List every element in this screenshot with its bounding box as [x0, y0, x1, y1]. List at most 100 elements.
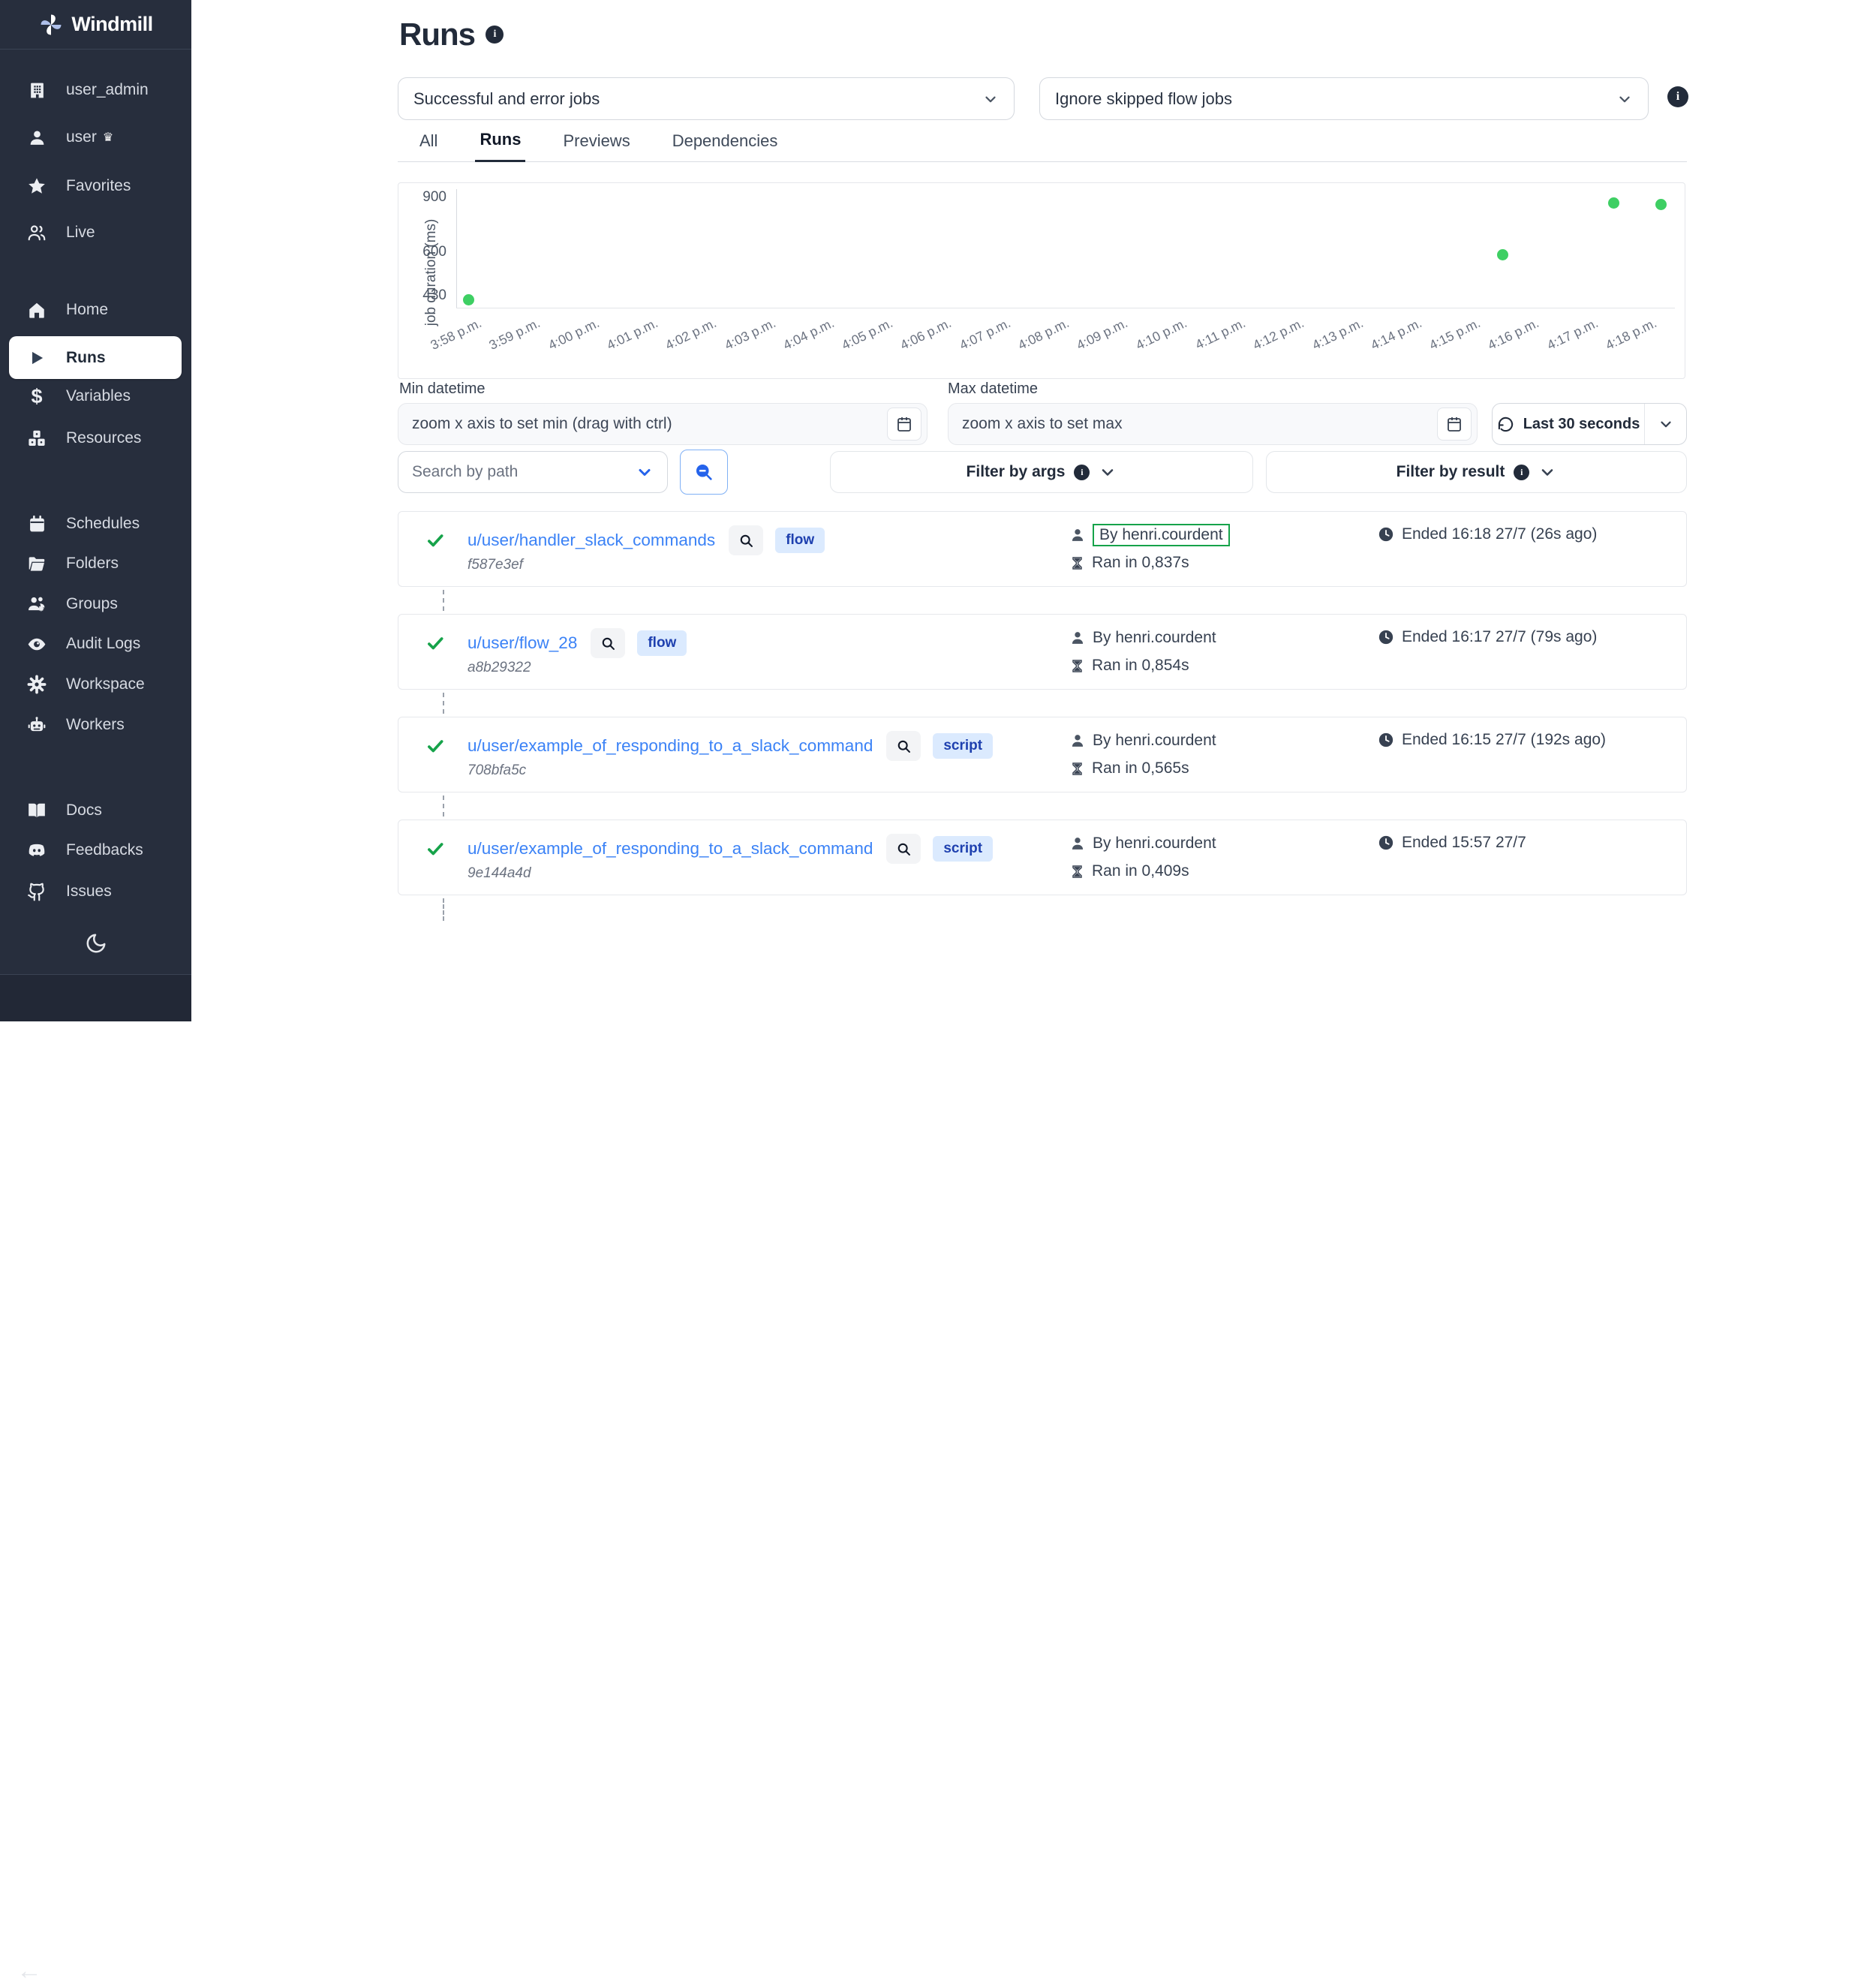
chart-y-axis-label: job duration (ms) — [423, 197, 440, 347]
windmill-logo[interactable]: Windmill — [0, 0, 191, 50]
run-by[interactable]: By henri.courdent — [1093, 629, 1216, 647]
page-title-text: Runs — [399, 17, 475, 53]
chart-data-point[interactable] — [1608, 197, 1619, 209]
chart-x-tick: 4:18 p.m. — [1603, 315, 1659, 353]
sidebar-item-folders[interactable]: Folders — [0, 543, 191, 584]
run-path-link[interactable]: u/user/example_of_responding_to_a_slack_… — [467, 839, 873, 859]
search-by-path-placeholder: Search by path — [412, 463, 518, 481]
search-run-button[interactable] — [886, 834, 921, 864]
boxes-icon — [27, 429, 47, 448]
zoom-out-search-button[interactable] — [680, 450, 728, 495]
sidebar-item-variables[interactable]: $ Variables — [0, 376, 191, 417]
filter-by-result-button[interactable]: Filter by result i — [1266, 451, 1687, 493]
hourglass-icon — [1070, 865, 1084, 879]
discord-icon — [27, 841, 47, 860]
sidebar-item-workers[interactable]: Workers — [0, 705, 191, 745]
info-icon[interactable]: i — [486, 26, 504, 44]
sidebar-item-groups[interactable]: Groups — [0, 584, 191, 624]
tab-previews[interactable]: Previews — [558, 131, 634, 161]
chart-x-tick: 4:08 p.m. — [1015, 315, 1072, 353]
search-run-button[interactable] — [729, 525, 763, 555]
run-row[interactable]: u/user/handler_slack_commands flow f587e… — [398, 511, 1687, 587]
run-by[interactable]: By henri.courdent — [1093, 835, 1216, 853]
sidebar-item-favorites[interactable]: Favorites — [0, 166, 191, 206]
user-group-icon — [27, 594, 47, 614]
sidebar-item-label: user_admin — [66, 81, 149, 99]
run-duration: Ran in 0,409s — [1092, 862, 1189, 880]
sidebar-item-home[interactable]: Home — [0, 290, 191, 330]
sidebar-item-user[interactable]: user ♛ — [0, 117, 191, 158]
sidebar-item-live[interactable]: Live — [0, 212, 191, 253]
min-datetime-input[interactable]: zoom x axis to set min (drag with ctrl) — [398, 403, 927, 445]
tabs: All Runs Previews Dependencies — [398, 128, 1687, 162]
search-run-button[interactable] — [886, 731, 921, 761]
chart-x-tick: 4:10 p.m. — [1133, 315, 1189, 353]
run-row[interactable]: u/user/example_of_responding_to_a_slack_… — [398, 717, 1687, 792]
run-path-link[interactable]: u/user/example_of_responding_to_a_slack_… — [467, 736, 873, 756]
sidebar-item-label: Groups — [66, 595, 118, 613]
sidebar-item-docs[interactable]: Docs — [0, 790, 191, 831]
sidebar-item-runs[interactable]: Runs — [9, 336, 182, 379]
run-by[interactable]: By henri.courdent — [1093, 732, 1216, 750]
hourglass-icon — [1070, 762, 1084, 776]
zoom-out-icon — [693, 462, 714, 483]
person-icon — [1070, 836, 1085, 851]
run-path-link[interactable]: u/user/flow_28 — [467, 633, 577, 653]
status-filter-value: Successful and error jobs — [413, 89, 600, 109]
min-datetime-label: Min datetime — [399, 380, 486, 398]
chart-y-tick: 600 — [412, 244, 446, 260]
time-range-button[interactable]: Last 30 seconds — [1492, 403, 1687, 445]
info-icon[interactable]: i — [1667, 86, 1688, 107]
run-duration: Ran in 0,837s — [1092, 554, 1189, 572]
job-duration-chart[interactable]: job duration (ms) 9006004303:58 p.m.3:59… — [398, 182, 1685, 379]
sidebar-item-label: Variables — [66, 387, 131, 405]
filter-by-args-button[interactable]: Filter by args i — [830, 451, 1253, 493]
max-datetime-input[interactable]: zoom x axis to set max — [948, 403, 1478, 445]
time-range-chevron[interactable] — [1644, 404, 1686, 444]
page-title: Runs i — [399, 17, 504, 53]
chart-x-tick: 4:07 p.m. — [957, 315, 1013, 353]
chart-data-point[interactable] — [463, 294, 474, 305]
skip-filter-select[interactable]: Ignore skipped flow jobs — [1039, 77, 1649, 120]
chart-x-tick: 4:16 p.m. — [1486, 315, 1542, 353]
refresh-icon — [1497, 416, 1514, 433]
chart-x-tick: 4:05 p.m. — [840, 315, 896, 353]
chart-x-tick: 4:15 p.m. — [1427, 315, 1484, 353]
gear-icon — [27, 675, 47, 694]
run-ended: Ended 16:15 27/7 (192s ago) — [1402, 731, 1606, 749]
sidebar-item-issues[interactable]: Issues — [0, 871, 191, 912]
sidebar-item-resources[interactable]: Resources — [0, 418, 191, 459]
calendar-icon — [27, 514, 47, 534]
tab-dependencies[interactable]: Dependencies — [668, 131, 783, 161]
tab-all[interactable]: All — [415, 131, 442, 161]
run-row[interactable]: u/user/flow_28 flow a8b29322 By henri.co… — [398, 614, 1687, 690]
hourglass-icon — [1070, 556, 1084, 570]
calendar-button[interactable] — [887, 408, 921, 441]
search-by-path-select[interactable]: Search by path — [398, 451, 668, 493]
run-by[interactable]: By henri.courdent — [1093, 524, 1230, 546]
run-ended: Ended 15:57 27/7 — [1402, 834, 1526, 852]
chart-x-tick: 4:06 p.m. — [898, 315, 955, 353]
calendar-icon — [895, 415, 913, 433]
success-check-icon — [425, 736, 445, 756]
chart-x-tick: 4:02 p.m. — [663, 315, 720, 353]
tab-runs[interactable]: Runs — [475, 130, 525, 162]
info-icon: i — [1074, 465, 1090, 480]
collapse-sidebar-button[interactable]: ← — [17, 1958, 42, 1983]
status-filter-select[interactable]: Successful and error jobs — [398, 77, 1015, 120]
theme-toggle-button[interactable] — [82, 929, 110, 958]
hourglass-icon — [1070, 659, 1084, 673]
chart-x-tick: 4:11 p.m. — [1192, 315, 1248, 353]
chart-data-point[interactable] — [1497, 249, 1508, 260]
sidebar-item-audit-logs[interactable]: Audit Logs — [0, 624, 191, 664]
run-row[interactable]: u/user/example_of_responding_to_a_slack_… — [398, 820, 1687, 895]
dollar-icon: $ — [27, 386, 47, 406]
sidebar-item-workspace[interactable]: Workspace — [0, 664, 191, 705]
sidebar-item-user-admin[interactable]: user_admin — [0, 70, 191, 110]
search-run-button[interactable] — [591, 628, 625, 658]
calendar-button[interactable] — [1437, 408, 1472, 441]
chart-data-point[interactable] — [1655, 199, 1667, 210]
run-path-link[interactable]: u/user/handler_slack_commands — [467, 531, 715, 550]
sidebar-item-schedules[interactable]: Schedules — [0, 504, 191, 544]
sidebar-item-feedbacks[interactable]: Feedbacks — [0, 830, 191, 871]
